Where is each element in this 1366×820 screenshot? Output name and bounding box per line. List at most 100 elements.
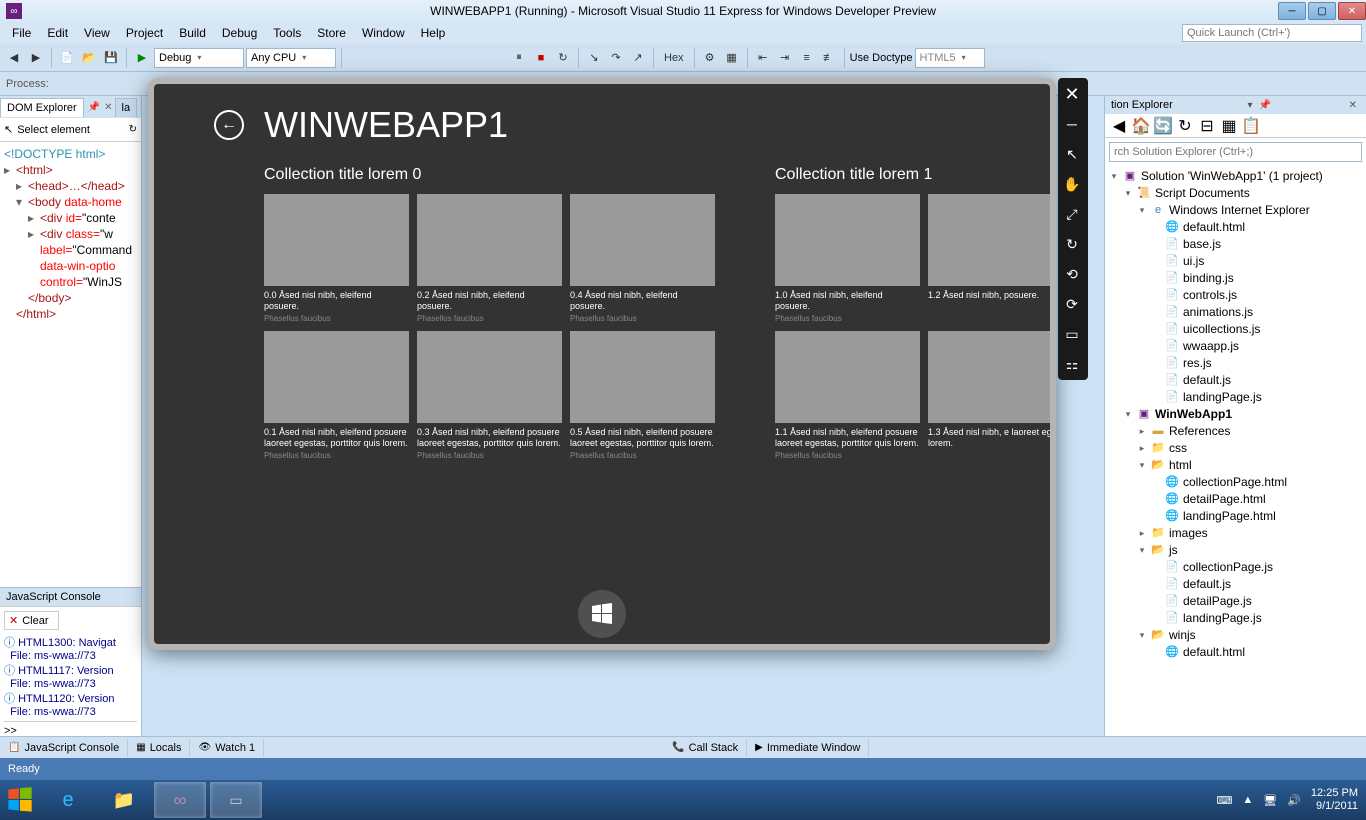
- close-panel-icon[interactable]: ✕: [102, 102, 114, 113]
- file-item[interactable]: 🌐default.html: [1109, 219, 1362, 236]
- quick-launch-input[interactable]: [1182, 24, 1362, 42]
- tab-immediate[interactable]: ▶Immediate Window: [747, 739, 869, 757]
- console-prompt[interactable]: >>: [4, 721, 137, 736]
- tab-watch[interactable]: 👁Watch 1: [190, 739, 264, 757]
- back-icon[interactable]: ◀: [4, 48, 24, 68]
- other-tab[interactable]: la: [115, 98, 138, 117]
- menu-debug[interactable]: Debug: [214, 24, 265, 42]
- dom-tree[interactable]: <!DOCTYPE html> ▸<html> ▸<head>…</head> …: [0, 142, 141, 587]
- file-item[interactable]: 📄binding.js: [1109, 270, 1362, 287]
- file-item[interactable]: 📄landingPage.js: [1109, 610, 1362, 627]
- js-console[interactable]: ✕Clear ⓘ HTML1300: Navigat File: ms-wwa:…: [0, 606, 141, 736]
- file-item[interactable]: 🌐default.html: [1109, 644, 1362, 661]
- file-item[interactable]: 🌐landingPage.html: [1109, 508, 1362, 525]
- file-item[interactable]: 🌐collectionPage.html: [1109, 474, 1362, 491]
- file-item[interactable]: 📄default.js: [1109, 576, 1362, 593]
- tile-item[interactable]: 1.1 Åsed nisl nibh, eleifend posuere lao…: [775, 331, 920, 460]
- menu-view[interactable]: View: [76, 24, 118, 42]
- maximize-button[interactable]: ▢: [1308, 2, 1336, 20]
- stop-icon[interactable]: ■: [531, 48, 551, 68]
- config-select[interactable]: Debug: [154, 48, 244, 68]
- task-visualstudio[interactable]: ∞: [154, 782, 206, 818]
- close-icon[interactable]: ✕: [1346, 100, 1360, 111]
- forward-icon[interactable]: ▶: [26, 48, 46, 68]
- sim-minimize-icon[interactable]: ─: [1060, 112, 1084, 136]
- task-ie[interactable]: e: [42, 782, 94, 818]
- menu-window[interactable]: Window: [354, 24, 413, 42]
- menu-build[interactable]: Build: [171, 24, 214, 42]
- sim-hand-icon[interactable]: ✋: [1060, 172, 1084, 196]
- tab-js-console[interactable]: 📋JavaScript Console: [0, 739, 128, 757]
- tray-flag-icon[interactable]: ▲: [1242, 794, 1253, 806]
- step-into-icon[interactable]: ↘: [584, 48, 604, 68]
- file-item[interactable]: 📄detailPage.js: [1109, 593, 1362, 610]
- pause-icon[interactable]: ⏸: [509, 48, 529, 68]
- file-item[interactable]: 📄res.js: [1109, 355, 1362, 372]
- sim-rotate-ccw-icon[interactable]: ⟲: [1060, 262, 1084, 286]
- windows-home-button[interactable]: [578, 590, 626, 638]
- se-collapse-icon[interactable]: ⊟: [1197, 116, 1217, 136]
- solution-search-input[interactable]: [1109, 142, 1362, 162]
- clear-button[interactable]: ✕Clear: [4, 611, 59, 630]
- hex-toggle[interactable]: Hex: [659, 48, 689, 68]
- file-item[interactable]: 📄animations.js: [1109, 304, 1362, 321]
- sim-pinch-icon[interactable]: ⤢: [1060, 202, 1084, 226]
- tile-item[interactable]: 1.3 Åsed nisl nibh, e laoreet eg quis lo…: [928, 331, 1056, 460]
- sim-resolution-icon[interactable]: ▭: [1060, 322, 1084, 346]
- tile-item[interactable]: 0.2 Åsed nisl nibh, eleifend posuere.Pha…: [417, 194, 562, 323]
- start-button[interactable]: [0, 780, 40, 820]
- platform-select[interactable]: Any CPU: [246, 48, 336, 68]
- se-refresh-icon[interactable]: ↻: [1175, 116, 1195, 136]
- file-item[interactable]: 📄controls.js: [1109, 287, 1362, 304]
- restart-icon[interactable]: ↻: [553, 48, 573, 68]
- indent-out-icon[interactable]: ⇤: [753, 48, 773, 68]
- tab-locals[interactable]: ▦Locals: [128, 739, 190, 757]
- tab-callstack[interactable]: 📞Call Stack: [664, 739, 747, 757]
- se-properties-icon[interactable]: 📋: [1241, 116, 1261, 136]
- comment-icon[interactable]: ≡: [797, 48, 817, 68]
- uncomment-icon[interactable]: ≢: [819, 48, 839, 68]
- sim-rotate-cw-icon[interactable]: ⟳: [1060, 292, 1084, 316]
- pin-icon[interactable]: 📌: [86, 102, 102, 113]
- save-all-icon[interactable]: 💾: [101, 48, 121, 68]
- play-icon[interactable]: ▶: [132, 48, 152, 68]
- file-item[interactable]: 📄uicollections.js: [1109, 321, 1362, 338]
- step-over-icon[interactable]: ↷: [606, 48, 626, 68]
- menu-file[interactable]: File: [4, 24, 39, 42]
- se-back-icon[interactable]: ◀: [1109, 116, 1129, 136]
- unpin-icon[interactable]: 📌: [1255, 100, 1273, 111]
- se-sync-icon[interactable]: 🔄: [1153, 116, 1173, 136]
- refresh-icon[interactable]: ↻: [129, 124, 137, 135]
- tile-item[interactable]: 0.0 Åsed nisl nibh, eleifend posuere.Pha…: [264, 194, 409, 323]
- tile-item[interactable]: 1.0 Åsed nisl nibh, eleifend posuere.Pha…: [775, 194, 920, 323]
- open-icon[interactable]: 📂: [79, 48, 99, 68]
- tray-clock[interactable]: 12:25 PM9/1/2011: [1311, 787, 1358, 813]
- sim-close-icon[interactable]: ✕: [1060, 82, 1084, 106]
- file-item[interactable]: 📄ui.js: [1109, 253, 1362, 270]
- new-file-icon[interactable]: 📄: [57, 48, 77, 68]
- file-item[interactable]: 📄wwaapp.js: [1109, 338, 1362, 355]
- step-out-icon[interactable]: ↗: [628, 48, 648, 68]
- tray-keyboard-icon[interactable]: ⌨: [1216, 794, 1232, 807]
- file-item[interactable]: 📄base.js: [1109, 236, 1362, 253]
- pin-icon[interactable]: ▾: [1244, 100, 1255, 111]
- indent-in-icon[interactable]: ⇥: [775, 48, 795, 68]
- se-showall-icon[interactable]: ▦: [1219, 116, 1239, 136]
- sim-pointer-icon[interactable]: ↖: [1060, 142, 1084, 166]
- misc-icon[interactable]: ▦: [722, 48, 742, 68]
- task-simulator[interactable]: ▭: [210, 782, 262, 818]
- solution-tree[interactable]: ▾▣Solution 'WinWebApp1' (1 project) ▾📜Sc…: [1105, 166, 1366, 736]
- menu-tools[interactable]: Tools: [265, 24, 309, 42]
- app-back-button[interactable]: ←: [214, 110, 244, 140]
- tile-item[interactable]: 0.4 Åsed nisl nibh, eleifend posuere.Pha…: [570, 194, 715, 323]
- close-button[interactable]: ✕: [1338, 2, 1366, 20]
- tile-item[interactable]: 1.2 Åsed nisl nibh, posuere.: [928, 194, 1056, 323]
- tile-item[interactable]: 0.3 Åsed nisl nibh, eleifend posuere lao…: [417, 331, 562, 460]
- file-item[interactable]: 🌐detailPage.html: [1109, 491, 1362, 508]
- file-item[interactable]: 📄default.js: [1109, 372, 1362, 389]
- menu-edit[interactable]: Edit: [39, 24, 76, 42]
- minimize-button[interactable]: ─: [1278, 2, 1306, 20]
- tray-network-icon[interactable]: 🖥: [1263, 794, 1277, 807]
- doctype-select[interactable]: HTML5: [915, 48, 985, 68]
- menu-store[interactable]: Store: [309, 24, 354, 42]
